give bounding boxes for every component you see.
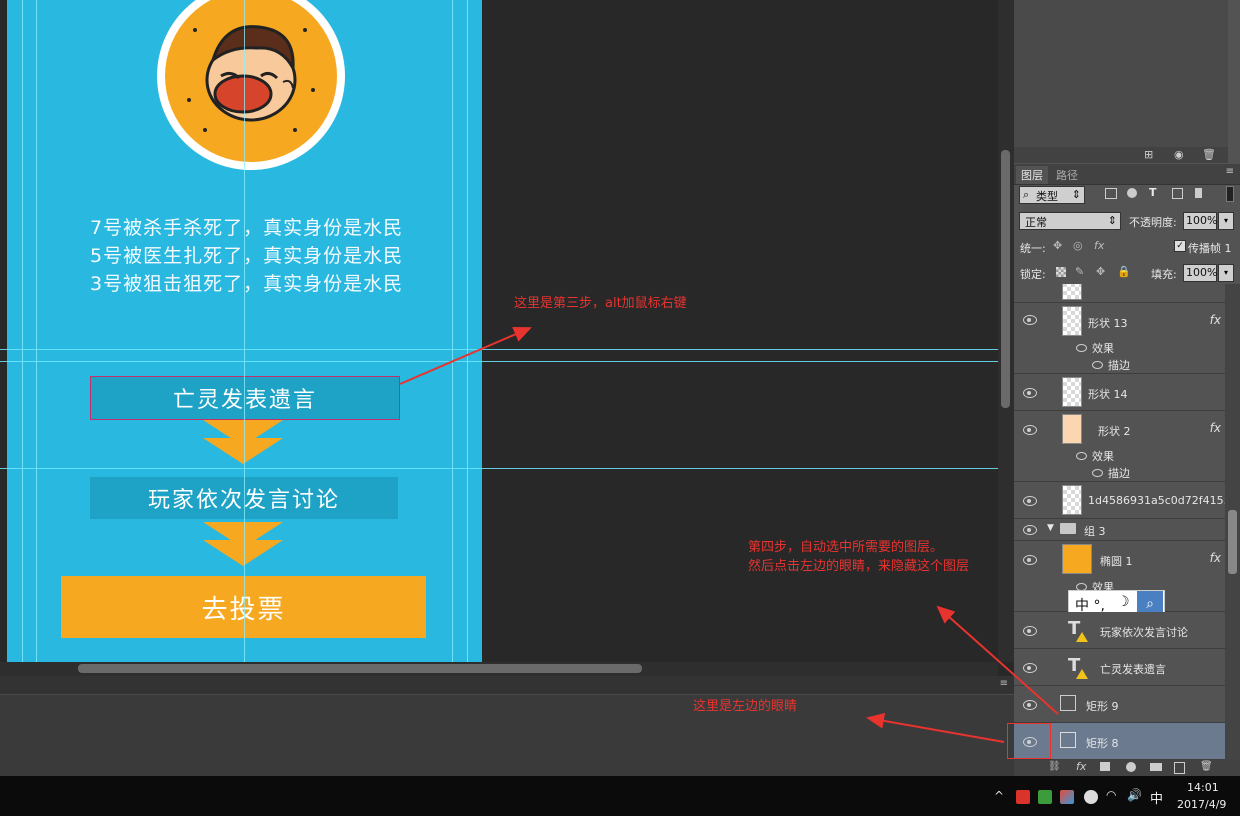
app-tray-icon[interactable] [1060,790,1074,804]
clock-time[interactable]: 14:01 [1187,781,1219,794]
ime-indicator[interactable]: 中 [1150,788,1163,807]
chevron-up-icon[interactable]: ^ [994,789,1004,803]
app-tray-icon[interactable] [1038,790,1052,804]
annotation-arrows [399,326,1059,743]
user-tray-icon[interactable] [1084,790,1098,804]
wifi-icon[interactable]: ◠ [1106,788,1116,802]
app-tray-icon[interactable] [1016,790,1030,804]
volume-icon[interactable]: 🔊 [1127,788,1142,802]
clock-date[interactable]: 2017/4/9 [1177,798,1226,811]
windows-taskbar [0,776,1240,816]
